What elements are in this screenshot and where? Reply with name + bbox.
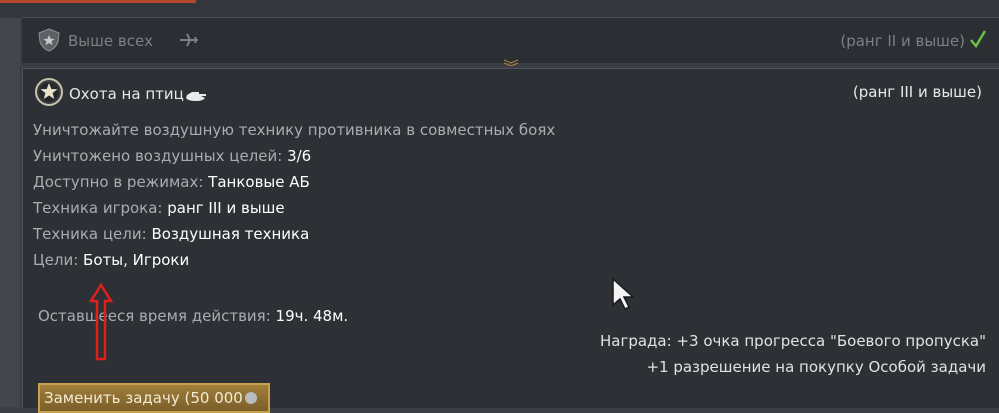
field-value: Воздушная техника [151, 225, 310, 243]
task-rank: (ранг III и выше) [852, 83, 982, 101]
left-gutter [0, 18, 20, 407]
time-left-value: 19ч. 48м. [275, 307, 349, 325]
reward-line-1: Награда: +3 очка прогресса "Боевого проп… [599, 332, 986, 350]
field-label: Цели: [33, 251, 79, 269]
field-value: ранг III и выше [167, 199, 285, 217]
time-left-row: Оставшееся время действия: 19ч. 48м. [38, 307, 348, 325]
checkmark-icon [969, 28, 987, 50]
previous-task-title: Выше всех [68, 32, 154, 50]
field-label: Техника цели: [33, 225, 147, 243]
plane-icon [178, 30, 200, 50]
modes-row: Доступно в режимах: Танковые АБ [33, 173, 310, 191]
targets-row: Цели: Боты, Игроки [33, 251, 189, 269]
mouse-cursor-icon [611, 277, 637, 311]
task-description: Уничтожайте воздушную технику противника… [33, 121, 556, 139]
field-value: Танковые АБ [208, 173, 310, 191]
field-label: Уничтожено воздушных целей: [33, 147, 283, 165]
field-label: Техника игрока: [33, 199, 163, 217]
collapse-chevron-icon[interactable] [502, 51, 520, 67]
annotation-arrow-icon [88, 282, 114, 363]
field-label: Доступно в режимах: [33, 173, 204, 191]
target-vehicle-row: Техника цели: Воздушная техника [33, 225, 309, 243]
star-badge-icon [34, 77, 64, 107]
player-vehicle-row: Техника игрока: ранг III и выше [33, 199, 285, 217]
replace-task-button[interactable]: Заменить задачу (50 000 [38, 383, 270, 413]
replace-task-label: Заменить задачу (50 000 [44, 389, 243, 407]
silver-lion-coin-icon [244, 392, 257, 404]
reward-line-2: +1 разрешение на покупку Особой задачи [646, 358, 986, 376]
previous-task-rank: (ранг II и выше) [840, 32, 965, 50]
kills-progress-row: Уничтожено воздушных целей: 3/6 [33, 147, 311, 165]
star-shield-icon [36, 27, 62, 53]
field-value: 3/6 [287, 147, 312, 165]
active-task-card: Охота на птиц (ранг III и выше) Уничтожа… [22, 68, 999, 413]
field-value: Боты, Игроки [83, 251, 190, 269]
task-title: Охота на птиц [69, 85, 184, 103]
time-left-label: Оставшееся время действия: [38, 307, 271, 325]
top-accent-bar [0, 0, 196, 3]
tank-icon [184, 87, 208, 101]
